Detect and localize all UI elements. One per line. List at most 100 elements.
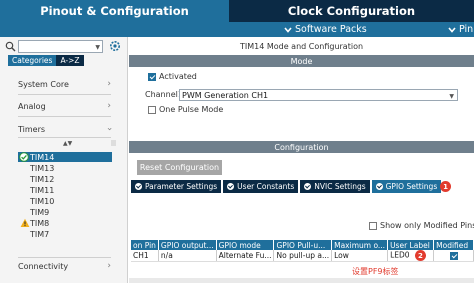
tab-label: Clock Configuration [287,4,416,18]
category-connectivity[interactable]: Connectivity › [18,259,111,273]
horizontal-scrollbar[interactable] [129,278,474,283]
tab-pinout-configuration[interactable]: Pinout & Configuration [0,0,229,22]
chevron-down-icon: › [104,127,115,131]
column-header[interactable]: Maximum o... [331,240,389,250]
one-pulse-mode-checkbox[interactable] [148,106,156,114]
tab-nvic-settings[interactable]: NVIC Settings [300,180,370,193]
category-label: Connectivity [18,261,69,271]
category-timers[interactable]: Timers › [18,122,115,136]
divider [18,116,111,117]
column-header[interactable]: GPIO Pull-u... [273,240,333,250]
divider [18,137,111,138]
tab-label: NVIC Settings [314,182,366,191]
peripheral-label: TIM13 [30,163,55,173]
peripheral-label: TIM12 [30,174,55,184]
user-label-value: LED0 [390,250,410,260]
category-system-core[interactable]: System Core › [18,77,111,91]
column-header[interactable]: GPIO mode [216,240,275,250]
peripheral-tim8[interactable]: TIM8 [18,218,49,228]
category-label: System Core [18,79,69,89]
chevron-right-icon: › [107,101,111,111]
cell-modified[interactable] [433,250,474,262]
peripheral-label: TIM14 [30,152,55,162]
tab-clock-configuration[interactable]: Clock Configuration [229,0,474,22]
tab-parameter-settings[interactable]: Parameter Settings [131,180,222,193]
column-header[interactable]: Modified [433,240,474,250]
divider [18,257,111,258]
gear-icon[interactable] [109,40,121,52]
modified-checkbox[interactable] [449,252,458,260]
tab-categories[interactable]: Categories [8,55,57,66]
reset-configuration-button[interactable]: Reset Configuration [137,160,222,175]
cell-gpio-pull: No pull-up a... [273,250,333,262]
chevron-down-icon [448,26,456,33]
peripheral-tim12[interactable]: TIM12 [30,174,54,184]
sort-icon[interactable]: ▲▼ [63,140,72,147]
category-label: Timers [18,124,46,134]
peripheral-tim9[interactable]: TIM9 [30,207,49,217]
category-label: Analog [18,101,46,111]
peripheral-tim13[interactable]: TIM13 [30,163,54,173]
tab-gpio-settings[interactable]: GPIO Settings [371,180,442,193]
peripheral-tim11[interactable]: TIM11 [30,185,54,195]
tab-label: User Constants [237,182,295,191]
peripheral-label: TIM9 [30,207,50,217]
peripheral-label: TIM10 [30,196,55,206]
show-modified-pins-checkbox[interactable] [369,222,377,230]
configuration-section-header: Configuration [129,141,474,153]
software-packs-label: Software Packs [295,24,367,35]
column-header[interactable]: on Pin [131,240,159,250]
search-input[interactable]: ▼ [18,40,103,53]
peripheral-tim10[interactable]: TIM10 [30,196,54,206]
peripheral-label: TIM11 [30,185,55,195]
cell-gpio-mode: Alternate Fu... [216,250,275,262]
tab-a-to-z[interactable]: A->Z [56,55,84,66]
warning-icon [20,218,30,227]
channel1-value: PWM Generation CH1 [182,90,269,100]
search-icon [5,41,16,52]
column-header[interactable]: User Label [387,240,435,250]
gpio-settings-area [129,194,474,283]
cell-max-output-speed: Low [331,250,389,262]
peripheral-label: TIM7 [30,229,50,239]
sub-bar-left [0,22,229,37]
peripheral-tim7[interactable]: TIM7 [30,229,49,239]
check-circle-icon [135,183,142,190]
mode-section-header: Mode [129,55,474,67]
table-row[interactable]: CH1 n/a Alternate Fu... No pull-up a... … [131,250,474,262]
table-header-row: on Pin GPIO output... GPIO mode GPIO Pul… [131,240,474,250]
cell-user-label[interactable]: LED0 2 [387,250,435,262]
channel1-select[interactable]: PWM Generation CH1 ▼ [179,89,458,101]
activated-checkbox[interactable] [148,73,156,81]
pinout-menu[interactable]: Pin [448,22,473,37]
annotation-text: 设置PF9标签 [352,267,399,276]
cell-pin: CH1 [131,250,159,262]
tab-label: GPIO Settings [385,182,438,191]
category-tabs: Categories A->Z [8,55,84,66]
cell-gpio-output: n/a [158,250,217,262]
one-pulse-mode-label: One Pulse Mode [159,105,224,114]
tab-label: Pinout & Configuration [40,4,189,18]
channel1-label: Channel1 [145,90,183,99]
peripheral-tim14[interactable]: TIM14 [18,152,112,162]
chevron-down-icon[interactable]: ▼ [95,44,100,51]
chevron-right-icon: › [107,261,111,271]
gpio-pin-table: on Pin GPIO output... GPIO mode GPIO Pul… [131,240,474,262]
show-modified-pins-label: Show only Modified Pins [380,221,474,230]
column-header[interactable]: GPIO output... [158,240,217,250]
check-circle-icon [304,183,312,190]
category-analog[interactable]: Analog › [18,99,111,113]
divider [18,94,111,95]
check-circle-icon [227,183,235,190]
search-row: ▼ [5,40,123,53]
sidebar: ▼ Categories A->Z System Core › Analog ›… [0,37,128,283]
chevron-down-icon [284,26,292,33]
scrollbar[interactable] [111,140,116,146]
tab-user-constants[interactable]: User Constants [223,180,299,193]
pinout-menu-label: Pin [459,24,474,35]
chevron-down-icon: ▼ [449,93,454,100]
sub-bar-right: Software Packs Pin [229,22,474,37]
software-packs-menu[interactable]: Software Packs [284,22,367,37]
panel-title: TIM14 Mode and Configuration [239,42,364,51]
peripheral-label: TIM8 [30,218,50,228]
